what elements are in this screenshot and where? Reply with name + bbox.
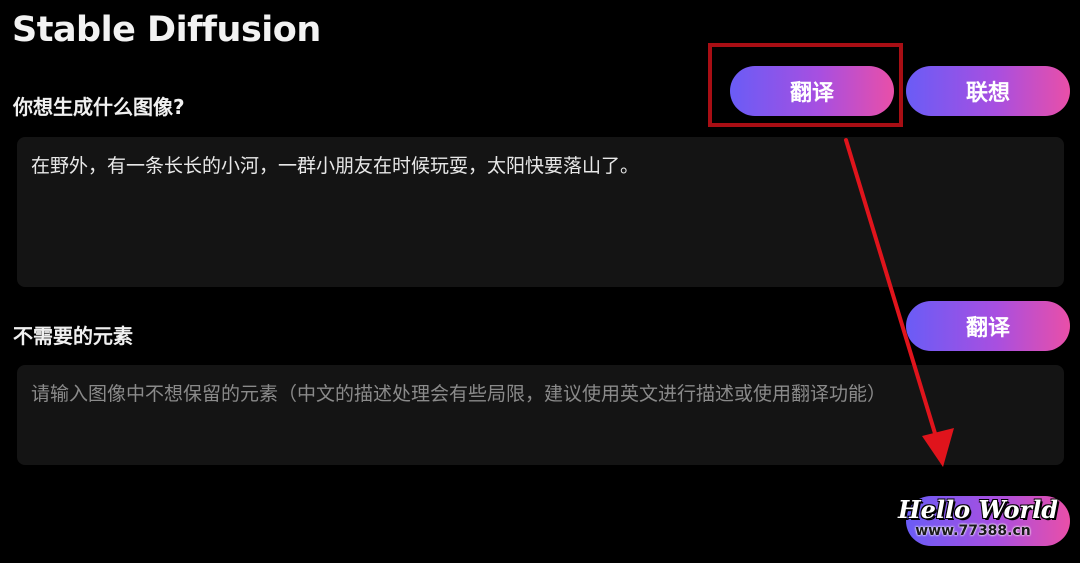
negative-elements-textarea[interactable]: 请输入图像中不想保留的元素（中文的描述处理会有些局限，建议使用英文进行描述或使用… (17, 365, 1064, 465)
annotation-highlight-box (708, 43, 903, 127)
watermark-url: www.77388.cn (915, 523, 1031, 539)
watermark: Hello World www.77388.cn (898, 495, 1059, 539)
associate-button[interactable]: 联想 (906, 66, 1070, 116)
prompt-textarea[interactable]: 在野外，有一条长长的小河，一群小朋友在时候玩耍，太阳快要落山了。 (17, 137, 1064, 287)
translate-negative-button[interactable]: 翻译 (906, 301, 1070, 351)
negative-elements-label: 不需要的元素 (13, 324, 133, 348)
page-title: Stable Diffusion (12, 10, 321, 50)
prompt-label: 你想生成什么图像? (13, 95, 185, 119)
watermark-title: Hello World (898, 495, 1059, 524)
